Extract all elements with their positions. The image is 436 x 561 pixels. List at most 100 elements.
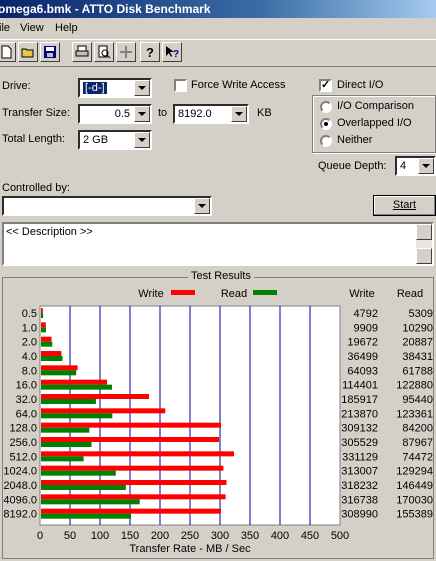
menu-help[interactable]: Help [55,19,78,37]
direct-io-checkbox[interactable] [319,78,332,92]
write-bar [41,494,226,500]
move-icon [120,46,132,58]
write-bar [41,351,62,356]
kb-label: KB [257,107,272,119]
x-tick-label: 200 [151,530,169,542]
write-value: 64093 [347,365,378,377]
overlapped-io-label: Overlapped I/O [337,117,412,129]
read-value: 123361 [396,408,433,420]
scroll-up-icon[interactable] [416,224,432,240]
transfer-size-to-select[interactable]: 8192.0 [173,104,249,124]
write-value: 331129 [342,451,378,463]
category-label: 8.0 [22,365,37,377]
category-label: 32.0 [16,394,37,406]
context-help-button[interactable]: ? [162,42,182,62]
legend-write-label: Write [138,288,163,300]
force-write-checkbox[interactable] [174,79,187,92]
read-value: 122880 [396,380,433,392]
write-value: 308990 [341,509,378,521]
write-value: 185917 [341,394,378,406]
read-bar [41,370,77,376]
chevron-down-icon[interactable] [194,198,210,214]
read-value: 87967 [402,437,433,449]
write-bar [41,508,222,514]
print-button[interactable] [72,42,92,62]
help-button[interactable]: ? [140,42,160,62]
x-tick-label: 350 [241,530,259,542]
total-length-select[interactable]: 2 GB [78,130,152,150]
move-button[interactable] [116,42,136,62]
to-label: to [158,107,168,119]
transfer-size-from-select[interactable]: 0.5 [78,104,152,124]
category-label: 2.0 [22,337,37,349]
start-button[interactable]: Start [373,195,436,216]
svg-text:?: ? [146,45,154,59]
open-button[interactable] [18,42,38,62]
write-value: 36499 [347,351,378,363]
read-bar [41,470,116,476]
menu-bar: ile View Help [0,19,436,37]
context-help-icon: ? [166,46,179,59]
transfer-size-to-value: 8192.0 [178,108,212,120]
write-value: 318232 [341,480,378,492]
overlapped-io-radio[interactable] [320,118,332,130]
read-bar [41,341,53,347]
read-value: 155389 [396,509,433,521]
read-value: 129294 [396,466,433,478]
direct-io-label: Direct I/O [337,79,384,91]
read-bar [41,399,96,404]
write-value: 213870 [341,408,378,420]
new-icon [1,45,12,59]
read-bar [41,456,84,462]
menu-view[interactable]: View [20,19,44,37]
write-bar [41,336,52,342]
title-bar[interactable]: omega6.bmk - ATTO Disk Benchmark [0,0,436,18]
results-chart: 0 50 100 150 200 250 300 350 400 450 500 Transfer R… [3,288,433,555]
read-bar [41,356,63,361]
neither-radio[interactable] [320,135,332,147]
window-title: omega6.bmk - ATTO Disk Benchmark [0,2,211,16]
read-bar [41,313,44,318]
x-tick-label: 100 [91,530,109,542]
print-icon [75,45,89,57]
chevron-down-icon[interactable] [134,80,150,96]
new-button[interactable] [0,42,16,62]
scroll-down-icon[interactable] [416,248,432,264]
queue-depth-select[interactable]: 4 [395,156,436,176]
svg-text:?: ? [173,49,179,59]
force-write-label: Force Write Access [191,79,286,91]
write-bar [41,308,43,313]
write-bar [41,408,166,414]
io-comparison-radio[interactable] [320,101,332,113]
read-bar [41,327,46,333]
write-bar [41,451,235,457]
read-bar [41,442,92,447]
queue-depth-value: 4 [400,160,407,172]
category-label: 1.0 [22,322,37,334]
open-icon [21,48,34,58]
category-label: 128.0 [9,423,37,435]
chevron-down-icon[interactable] [134,106,150,122]
description-input[interactable]: << Description >> [2,222,434,266]
write-value: 19672 [347,337,378,349]
print-preview-button[interactable] [94,42,114,62]
write-value: 309132 [341,423,378,435]
save-button[interactable] [40,42,60,62]
drive-select[interactable]: [-d-] [78,78,152,98]
read-value: 74472 [402,451,433,463]
menu-file[interactable]: ile [0,19,10,37]
controlled-by-select[interactable] [2,196,212,216]
write-column-header: Write [349,288,374,300]
chevron-down-icon[interactable] [134,132,150,148]
chevron-down-icon[interactable] [231,106,247,122]
chevron-down-icon[interactable] [418,158,434,174]
description-scrollbar[interactable] [416,224,432,264]
category-label: 8192.0 [3,509,37,521]
queue-depth-label: Queue Depth: [318,160,387,172]
read-value: 146449 [396,480,433,492]
results-title: Test Results [188,270,254,282]
write-value: 9909 [354,322,378,334]
legend-write-swatch [171,290,195,295]
read-bar [41,513,132,519]
read-value: 20887 [402,337,433,349]
